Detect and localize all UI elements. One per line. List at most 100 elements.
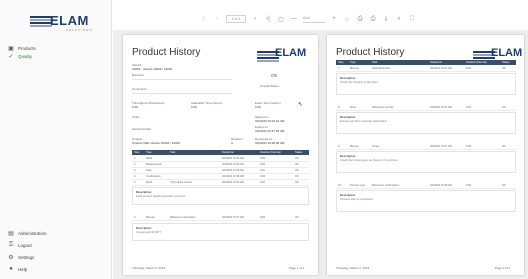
- col-task: Task: [170, 151, 176, 154]
- col-started: Started on: [222, 151, 234, 154]
- print-icon[interactable]: ⎙: [356, 16, 364, 23]
- cell: 3/2/2023 10:37 AM: [430, 145, 452, 148]
- cell: OK: [502, 145, 506, 148]
- cell: Manual: [146, 216, 155, 219]
- zoom-in-icon[interactable]: +: [330, 16, 338, 22]
- help-icon: ●: [9, 266, 13, 272]
- cell: 9: [338, 145, 340, 148]
- last-page-icon[interactable]: ›|: [264, 16, 272, 22]
- description-box: Description Process step is completed: [336, 190, 516, 212]
- download-icon[interactable]: ⇩: [382, 16, 390, 23]
- description-value: Final product quality inspection process: [136, 194, 185, 198]
- throughput-value: 0.00: [132, 105, 138, 109]
- cell: Process type: [350, 184, 365, 187]
- sidebar-item-administration[interactable]: ▤ Administration: [7, 229, 47, 237]
- sidebar-item-logout[interactable]: ⚿ Logout: [7, 241, 32, 249]
- table-row: 7 Manual Task Reference 3/2/2023 10:37 AM 0:…: [336, 66, 516, 72]
- sidebar: ELAM SOLUTIONS ▣ Products ✓ Quality ▤ Ad…: [0, 0, 112, 279]
- cell: 0:00: [466, 145, 472, 148]
- cell: 3/2/2023 10:37 AM: [222, 216, 244, 219]
- cell: OK: [295, 157, 299, 160]
- cell: 0:00: [260, 163, 266, 166]
- mouse-cursor-icon: ↖: [298, 102, 304, 108]
- report-logo: ELAM: [257, 46, 311, 64]
- single-page-icon[interactable]: ▢: [277, 16, 285, 23]
- cell: 3/2/2023 10:35 AM: [222, 169, 244, 172]
- cell: OK: [502, 106, 506, 109]
- brand-logo[interactable]: ELAM SOLUTIONS: [30, 9, 91, 35]
- variant-value: 10002 - Variant 10002 / 10002: [132, 67, 173, 71]
- cell: 7: [338, 67, 340, 70]
- sidebar-item-label: Administration: [18, 230, 47, 236]
- status-ok: OK: [271, 73, 278, 78]
- divider: [132, 79, 232, 80]
- cell: 8: [338, 106, 340, 109]
- cell: OK: [295, 181, 299, 184]
- cell: 3/2/2023 10:36 AM: [222, 175, 244, 178]
- first-page-icon[interactable]: |‹: [200, 16, 208, 22]
- description-box: Description Component ID 0077: [132, 223, 309, 241]
- started-value: 3/2/2023 10:34:22 AM: [255, 119, 285, 123]
- cell: Reference number: [372, 106, 394, 109]
- extender-label: Extender: [132, 73, 145, 77]
- report-title: Product History: [336, 47, 405, 58]
- cell: 0:00: [260, 216, 266, 219]
- divider: [132, 93, 232, 94]
- cell: OK: [502, 67, 506, 70]
- cell: 0:00: [466, 106, 472, 109]
- footer-date: Thursday, March 2, 2023: [132, 266, 166, 270]
- sidebar-item-quality[interactable]: ✓ Quality: [7, 52, 32, 60]
- cell: Tight all the screws: [170, 181, 193, 184]
- col-duration: Duration (Interval): [260, 151, 281, 154]
- cell: 10: [338, 184, 341, 187]
- col-step: Step: [134, 151, 140, 154]
- exact-time-value: 0.00: [255, 105, 261, 109]
- attainable-value: 0.00: [191, 105, 197, 109]
- logo-subtext: SOLUTIONS: [66, 28, 93, 32]
- cell: 0:00: [260, 169, 266, 172]
- table-row: 6 Manual Reference information 3/2/2023 …: [132, 215, 309, 221]
- pdf-viewer[interactable]: Product History ELAM Variant 10002 - Var…: [113, 30, 528, 279]
- fullscreen-icon[interactable]: ⛶: [408, 16, 416, 23]
- cell: 5: [134, 181, 136, 184]
- search-icon[interactable]: ⌕: [395, 16, 403, 23]
- table-row: 10 Process type Reference confirmation 3/2/…: [336, 183, 516, 189]
- cell: OK: [295, 216, 299, 219]
- report-logo-text: ELAM: [275, 47, 307, 59]
- cell: Work: [350, 106, 357, 109]
- logo-text: ELAM: [50, 13, 89, 28]
- description-box: Description Ensure part ID is correctly a…: [336, 112, 516, 134]
- table-header: Step Type Task Started on Duration (Inte…: [132, 150, 309, 155]
- col-status: Status: [295, 151, 303, 154]
- zoom-out-icon[interactable]: —: [290, 16, 298, 22]
- cell: 2: [134, 163, 136, 166]
- cell: Reference information: [170, 216, 196, 219]
- cell: Work: [146, 181, 153, 184]
- print-alt-icon[interactable]: ⎙: [369, 16, 377, 23]
- col-step: Step: [338, 61, 344, 64]
- col-task: Task: [372, 61, 378, 64]
- sidebar-item-help[interactable]: ● Help: [7, 265, 27, 273]
- prev-page-icon[interactable]: ‹: [213, 16, 221, 22]
- description-value: Check the screw given as shown in the pi…: [340, 158, 398, 162]
- page-number-input[interactable]: 1 of 2: [226, 15, 246, 23]
- cell: 6: [134, 216, 136, 219]
- app-window: ELAM SOLUTIONS ▣ Products ✓ Quality ▤ Ad…: [0, 0, 528, 279]
- cell: Task Reference: [372, 67, 391, 70]
- sidebar-item-products[interactable]: ▣ Products: [7, 44, 36, 52]
- description-value: Check the integrity of the label: [340, 80, 378, 84]
- admin-icon: ▤: [8, 230, 14, 237]
- logo-mark-icon: [30, 16, 52, 28]
- description-value: Process step is completed: [340, 197, 373, 201]
- rotate-icon[interactable]: ◎: [343, 16, 351, 23]
- cell: 3/2/2023 10:37 AM: [430, 106, 452, 109]
- footer-date: Thursday, March 2, 2023: [336, 266, 370, 270]
- cell: Task: [146, 169, 152, 172]
- cell: OK: [295, 175, 299, 178]
- zoom-select[interactable]: Auto: [303, 15, 325, 23]
- next-page-icon[interactable]: ›: [251, 16, 259, 22]
- cell: 3/2/2023 10:34 AM: [222, 157, 244, 160]
- col-type: Type: [350, 61, 356, 64]
- pdf-toolbar: |‹ ‹ 1 of 2 › ›| ▢ — Auto + ◎ ⎙ ⎙ ⇩ ⌕ ⛶: [200, 13, 416, 25]
- sidebar-item-settings[interactable]: ⚙ Settings: [7, 253, 34, 261]
